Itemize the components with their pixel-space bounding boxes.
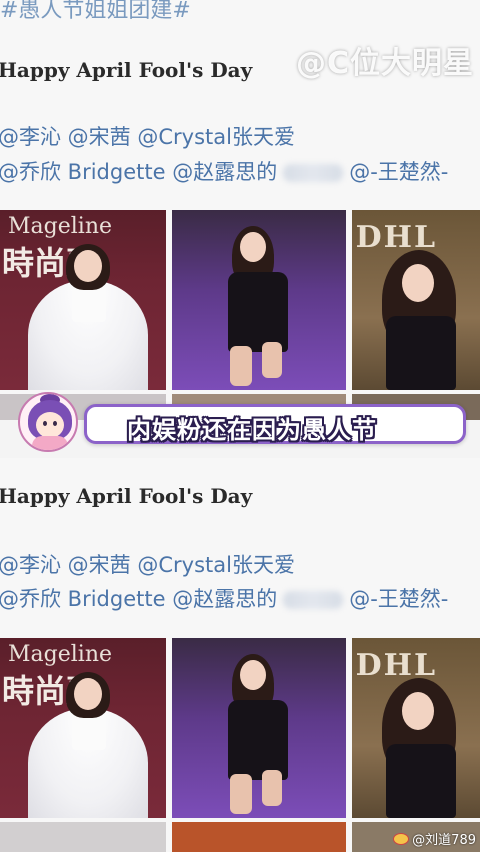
photo-grid: Mageline 時尚嘉 DHL [0,638,480,818]
outfit-shape [227,272,288,352]
mentions-line-1: @李沁 @宋茜 @Crystal张天爱 [0,553,295,577]
post-screenshot-bottom: Happy April Fool's Day @李沁 @宋茜 @Crystal张… [0,458,480,852]
face-shape [239,232,266,262]
photo-black-outfit-dance[interactable] [171,210,346,390]
outfit-shape [385,744,456,818]
mentions-line-2: @乔欣 Bridgette @赵露思的 @-王楚然- [0,155,448,189]
face-shape [74,250,102,282]
mentions-line-2-part-b: @-王楚然- [349,587,449,611]
face-shape [74,678,102,710]
photo-brand-en: Mageline [8,214,113,239]
avatar-body [32,436,68,450]
watermark-text: @C位大明星 [295,46,474,81]
photo-black-outfit-dance[interactable] [171,638,346,818]
face-shape [401,264,434,302]
avatar-eye [43,421,47,426]
outfit-shape [385,316,456,390]
outfit-shape [227,700,288,780]
caption-text: 内娱粉还在因为愚人节 [127,416,377,444]
caption-row: 内娱粉还在因为愚人节 [0,392,480,458]
photo-runway[interactable]: DHL [351,638,480,818]
leg-shape [261,770,282,806]
avatar-eye [53,421,57,426]
strip-cell [0,822,166,852]
blurred-name [283,591,344,609]
photo-grid: Mageline 時尚嘉 DHL [0,210,480,390]
credit-text: @刘道789 [412,833,476,848]
hashtag-text: #愚人节姐姐团建# [0,0,191,23]
mentions-line-2-part-a: @乔欣 Bridgette @赵露思的 [0,587,278,611]
blurred-name [283,164,344,182]
credit-watermark: @刘道789 [393,829,476,848]
post-title: Happy April Fool's Day [0,58,253,82]
cartoon-avatar [18,392,78,452]
face-shape [239,660,266,690]
mentions-line-2-part-a: @乔欣 Bridgette @赵露思的 [0,160,278,184]
post-title: Happy April Fool's Day [0,484,253,508]
weibo-icon [393,833,410,845]
mentions-line-2-part-b: @-王楚然- [349,160,449,184]
face-shape [401,692,434,730]
photo-white-gown[interactable]: Mageline 時尚嘉 [0,638,166,818]
caption-banner: 内娱粉还在因为愚人节 [84,404,466,444]
strip-cell [171,822,346,852]
photo-brand-en: Mageline [8,642,113,667]
avatar-face [36,412,64,438]
photo-white-gown[interactable]: Mageline 時尚嘉 [0,210,166,390]
post-screenshot-top: #愚人节姐姐团建# @C位大明星 Happy April Fool's Day … [0,0,480,420]
leg-shape [229,774,252,814]
photo-runway[interactable]: DHL [351,210,480,390]
mentions-line-2: @乔欣 Bridgette @赵露思的 @-王楚然- [0,582,448,616]
leg-shape [229,346,252,386]
mentions-line-1: @李沁 @宋茜 @Crystal张天爱 [0,125,295,149]
leg-shape [261,342,282,378]
